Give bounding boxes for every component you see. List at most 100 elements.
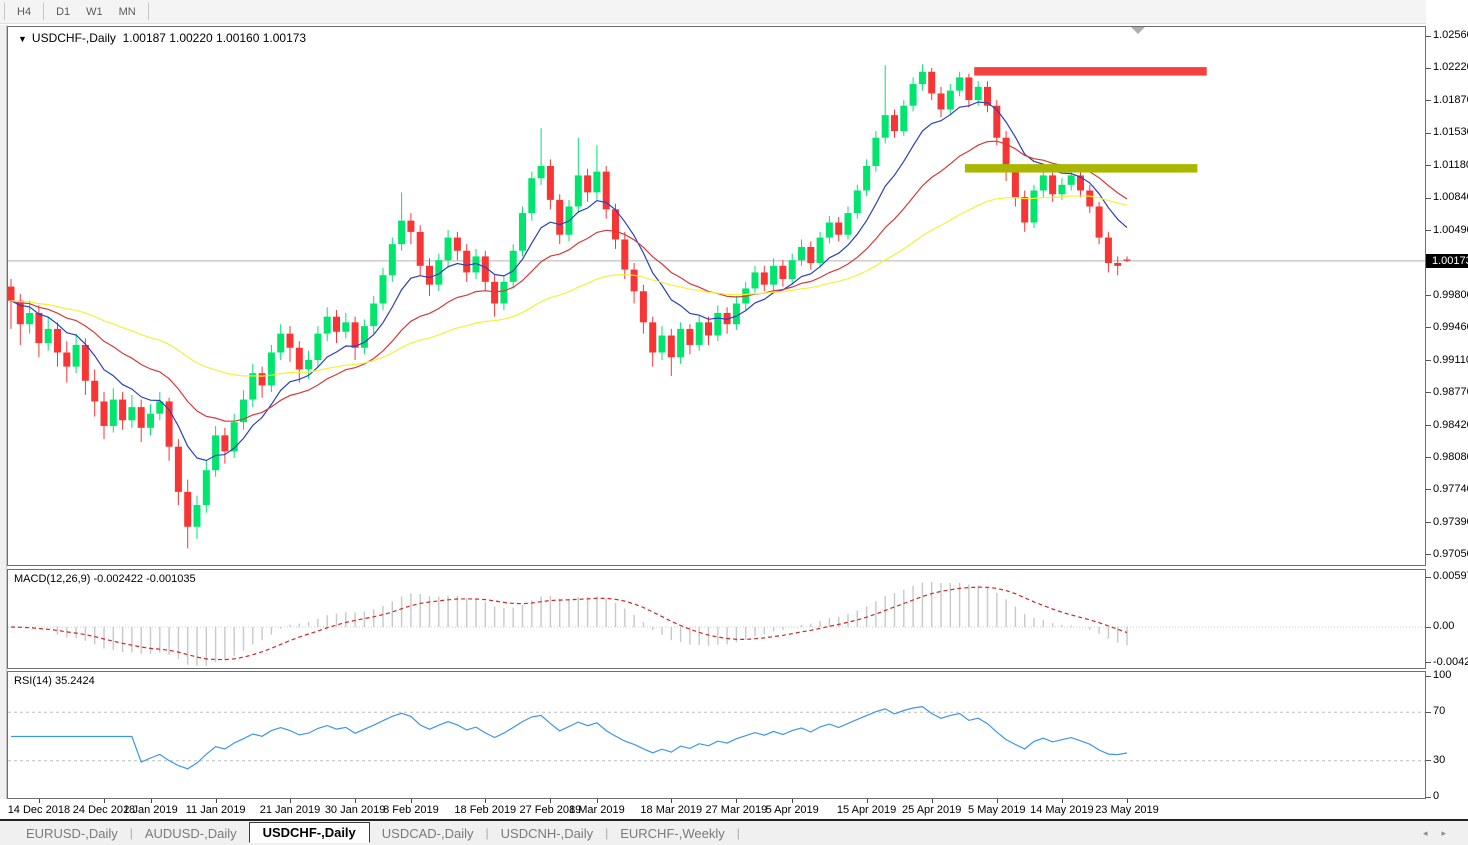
price-tick-label: 0.97390 bbox=[1433, 516, 1468, 528]
tab-scroll-right-icon[interactable]: ▸ bbox=[1441, 828, 1460, 838]
price-tick-label: 0.98420 bbox=[1433, 419, 1468, 431]
bear-candle bbox=[407, 221, 414, 232]
bear-candle bbox=[463, 251, 470, 273]
price-tick-label: 0.97740 bbox=[1433, 483, 1468, 495]
price-tick-label: 0.98770 bbox=[1433, 386, 1468, 398]
bull-candle bbox=[593, 172, 600, 193]
timeframe-d1-button[interactable]: D1 bbox=[48, 4, 78, 20]
bull-candle bbox=[147, 414, 154, 428]
bull-candle bbox=[128, 407, 135, 420]
bull-candle bbox=[910, 84, 917, 106]
candlestick-chart[interactable] bbox=[8, 27, 1425, 565]
chart-tab-usdcad-daily[interactable]: USDCAD-,Daily bbox=[370, 824, 486, 843]
bull-candle bbox=[575, 175, 582, 206]
toolbar-separator bbox=[4, 3, 5, 20]
macd-chart[interactable] bbox=[8, 570, 1425, 668]
current-price-tag: 1.00173 bbox=[1426, 254, 1468, 268]
price-axis[interactable]: 1.025601.022201.018701.015301.011801.008… bbox=[1426, 0, 1468, 820]
bear-candle bbox=[166, 401, 173, 446]
toolbar-separator bbox=[148, 3, 149, 20]
timeframe-w1-button[interactable]: W1 bbox=[78, 4, 111, 20]
bear-candle bbox=[454, 238, 461, 251]
bear-candle bbox=[333, 317, 340, 332]
macd-label: MACD(12,26,9) -0.002422 -0.001035 bbox=[14, 573, 196, 585]
bull-candle bbox=[389, 244, 396, 275]
chart-shift-marker[interactable] bbox=[1131, 27, 1145, 34]
bear-candle bbox=[668, 336, 675, 358]
price-tick-label: 0.99460 bbox=[1433, 321, 1468, 333]
price-tick-label: 1.02560 bbox=[1433, 29, 1468, 41]
bear-candle bbox=[175, 447, 182, 492]
bear-candle bbox=[807, 247, 814, 263]
bear-candle bbox=[1021, 197, 1028, 222]
bull-candle bbox=[194, 505, 201, 527]
bull-candle bbox=[947, 91, 954, 110]
bull-candle bbox=[733, 303, 740, 324]
price-tick-label: 1.00490 bbox=[1433, 224, 1468, 236]
price-tick-label: 1.00840 bbox=[1433, 191, 1468, 203]
bull-candle bbox=[268, 352, 275, 385]
bull-candle bbox=[882, 115, 889, 138]
price-tick-label: 1.01870 bbox=[1433, 94, 1468, 106]
chart-tab-eurusd-daily[interactable]: EURUSD-,Daily bbox=[14, 824, 130, 843]
resistance-zone[interactable] bbox=[974, 67, 1206, 75]
bull-candle bbox=[528, 178, 535, 213]
tab-scroll-left-icon[interactable]: ◂ bbox=[1423, 828, 1442, 838]
chart-tab-usdchf-daily[interactable]: USDCHF-,Daily bbox=[249, 822, 370, 843]
main-chart-panel[interactable]: ▼USDCHF-,Daily 1.00187 1.00220 1.00160 1… bbox=[7, 26, 1426, 566]
bull-candle bbox=[677, 329, 684, 357]
date-tick-label: 11 Jan 2019 bbox=[176, 804, 256, 816]
bear-candle bbox=[138, 407, 145, 428]
bull-candle bbox=[826, 222, 833, 237]
bear-candle bbox=[965, 77, 972, 100]
bull-candle bbox=[975, 87, 982, 100]
rsi-panel[interactable]: RSI(14) 35.2424 bbox=[7, 671, 1426, 799]
tab-separator: | bbox=[737, 826, 740, 840]
bull-candle bbox=[370, 303, 377, 326]
bear-candle bbox=[1105, 238, 1112, 263]
bull-candle bbox=[398, 221, 405, 245]
rsi-tick-label: 30 bbox=[1433, 754, 1445, 766]
bull-candle bbox=[1040, 175, 1047, 190]
rsi-chart[interactable] bbox=[8, 672, 1425, 798]
bear-candle bbox=[296, 348, 303, 370]
chart-tab-eurchf-weekly[interactable]: EURCHF-,Weekly bbox=[608, 824, 737, 843]
chart-tab-audusd-daily[interactable]: AUDUSD-,Daily bbox=[133, 824, 249, 843]
macd-panel[interactable]: MACD(12,26,9) -0.002422 -0.001035 bbox=[7, 569, 1426, 669]
bull-candle bbox=[696, 322, 703, 345]
ohlc-values: 1.00187 1.00220 1.00160 1.00173 bbox=[123, 31, 307, 45]
bull-candle bbox=[203, 470, 210, 505]
macd-tick-label: -0.004243 bbox=[1433, 656, 1468, 668]
timeframe-mn-button[interactable]: MN bbox=[111, 4, 144, 20]
timeframe-h4-button[interactable]: H4 bbox=[9, 4, 39, 20]
bull-candle bbox=[110, 400, 117, 426]
bull-candle bbox=[872, 138, 879, 166]
bear-candle bbox=[426, 266, 433, 285]
price-tick-label: 0.99800 bbox=[1433, 289, 1468, 301]
date-tick-label: 8 Feb 2019 bbox=[371, 804, 451, 816]
price-tick-label: 1.02220 bbox=[1433, 61, 1468, 73]
support-zone[interactable] bbox=[965, 164, 1198, 172]
bear-candle bbox=[8, 287, 15, 301]
bull-candle bbox=[324, 317, 331, 334]
bull-candle bbox=[45, 329, 52, 343]
bear-candle bbox=[259, 373, 266, 385]
bear-candle bbox=[1049, 175, 1056, 194]
bull-candle bbox=[519, 213, 526, 251]
bear-candle bbox=[63, 352, 70, 366]
bull-candle bbox=[538, 166, 545, 178]
bear-candle bbox=[54, 329, 61, 353]
date-tick-label: 5 Apr 2019 bbox=[752, 804, 832, 816]
bull-candle bbox=[798, 247, 805, 260]
chart-tab-usdcnh-daily[interactable]: USDCNH-,Daily bbox=[489, 824, 605, 843]
collapse-triangle-icon[interactable]: ▼ bbox=[18, 34, 27, 44]
rsi-tick-label: 70 bbox=[1433, 705, 1445, 717]
price-tick-label: 1.01530 bbox=[1433, 126, 1468, 138]
chart-title: ▼USDCHF-,Daily 1.00187 1.00220 1.00160 1… bbox=[18, 31, 306, 45]
bull-candle bbox=[231, 422, 238, 451]
bull-candle bbox=[249, 373, 256, 399]
bull-candle bbox=[845, 213, 852, 235]
time-axis[interactable]: 14 Dec 201824 Dec 20182 Jan 201911 Jan 2… bbox=[0, 799, 1468, 821]
rsi-line bbox=[11, 707, 1127, 769]
bear-candle bbox=[705, 322, 712, 335]
